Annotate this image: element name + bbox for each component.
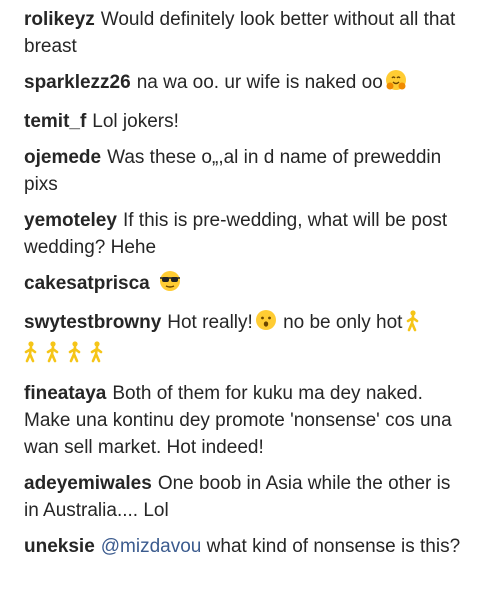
comment-username[interactable]: yemoteley [24,210,117,231]
hugging-face-icon [384,69,408,99]
comment-text: Lol jokers! [92,111,179,132]
person-walking-icon [406,310,420,340]
comments-list: rolikeyz Would definitely look better wit… [0,0,480,598]
comment-username[interactable]: rolikeyz [24,9,95,30]
comment-username[interactable]: swytestbrowny [24,312,161,333]
comment-username[interactable]: ojemede [24,147,101,168]
comment-item: temit_f Lol jokers! [24,108,464,135]
hushed-face-icon [254,309,278,339]
comment-item: ojemede Was these o„,al in d name of prew… [24,144,464,198]
comment-text: na wa oo. ur wife is naked oo [136,72,383,93]
comment-text: what kind of nonsense is this? [206,536,461,557]
person-walking-icon [90,341,104,371]
comment-text: Hot really! [167,312,253,333]
user-mention-link[interactable]: @mizdavou [101,536,202,557]
person-walking-icon [46,341,60,371]
comment-item: sparklezz26 na wa oo. ur wife is naked oo [24,69,464,99]
comment-username[interactable]: sparklezz26 [24,72,131,93]
comment-text-continued: no be only hot [283,312,403,333]
comment-item: cakesatprisca [24,270,464,300]
comment-item: yemoteley If this is pre-wedding, what wi… [24,207,464,261]
comment-username[interactable]: temit_f [24,111,86,132]
person-walking-icon [68,341,82,371]
comment-item: swytestbrowny Hot really! no be only hot [24,309,464,371]
comment-username[interactable]: fineataya [24,383,106,404]
sunglasses-face-icon [157,270,183,300]
comment-item: fineataya Both of them for kuku ma dey na… [24,380,464,461]
comment-username[interactable]: uneksie [24,536,95,557]
comment-item: rolikeyz Would definitely look better wit… [24,6,464,60]
person-walking-icon [24,341,38,371]
comment-username[interactable]: cakesatprisca [24,273,150,294]
comment-username[interactable]: adeyemiwales [24,473,152,494]
comment-item: uneksie @mizdavou what kind of nonsense i… [24,533,464,560]
comment-item: adeyemiwales One boob in Asia while the o… [24,470,464,524]
